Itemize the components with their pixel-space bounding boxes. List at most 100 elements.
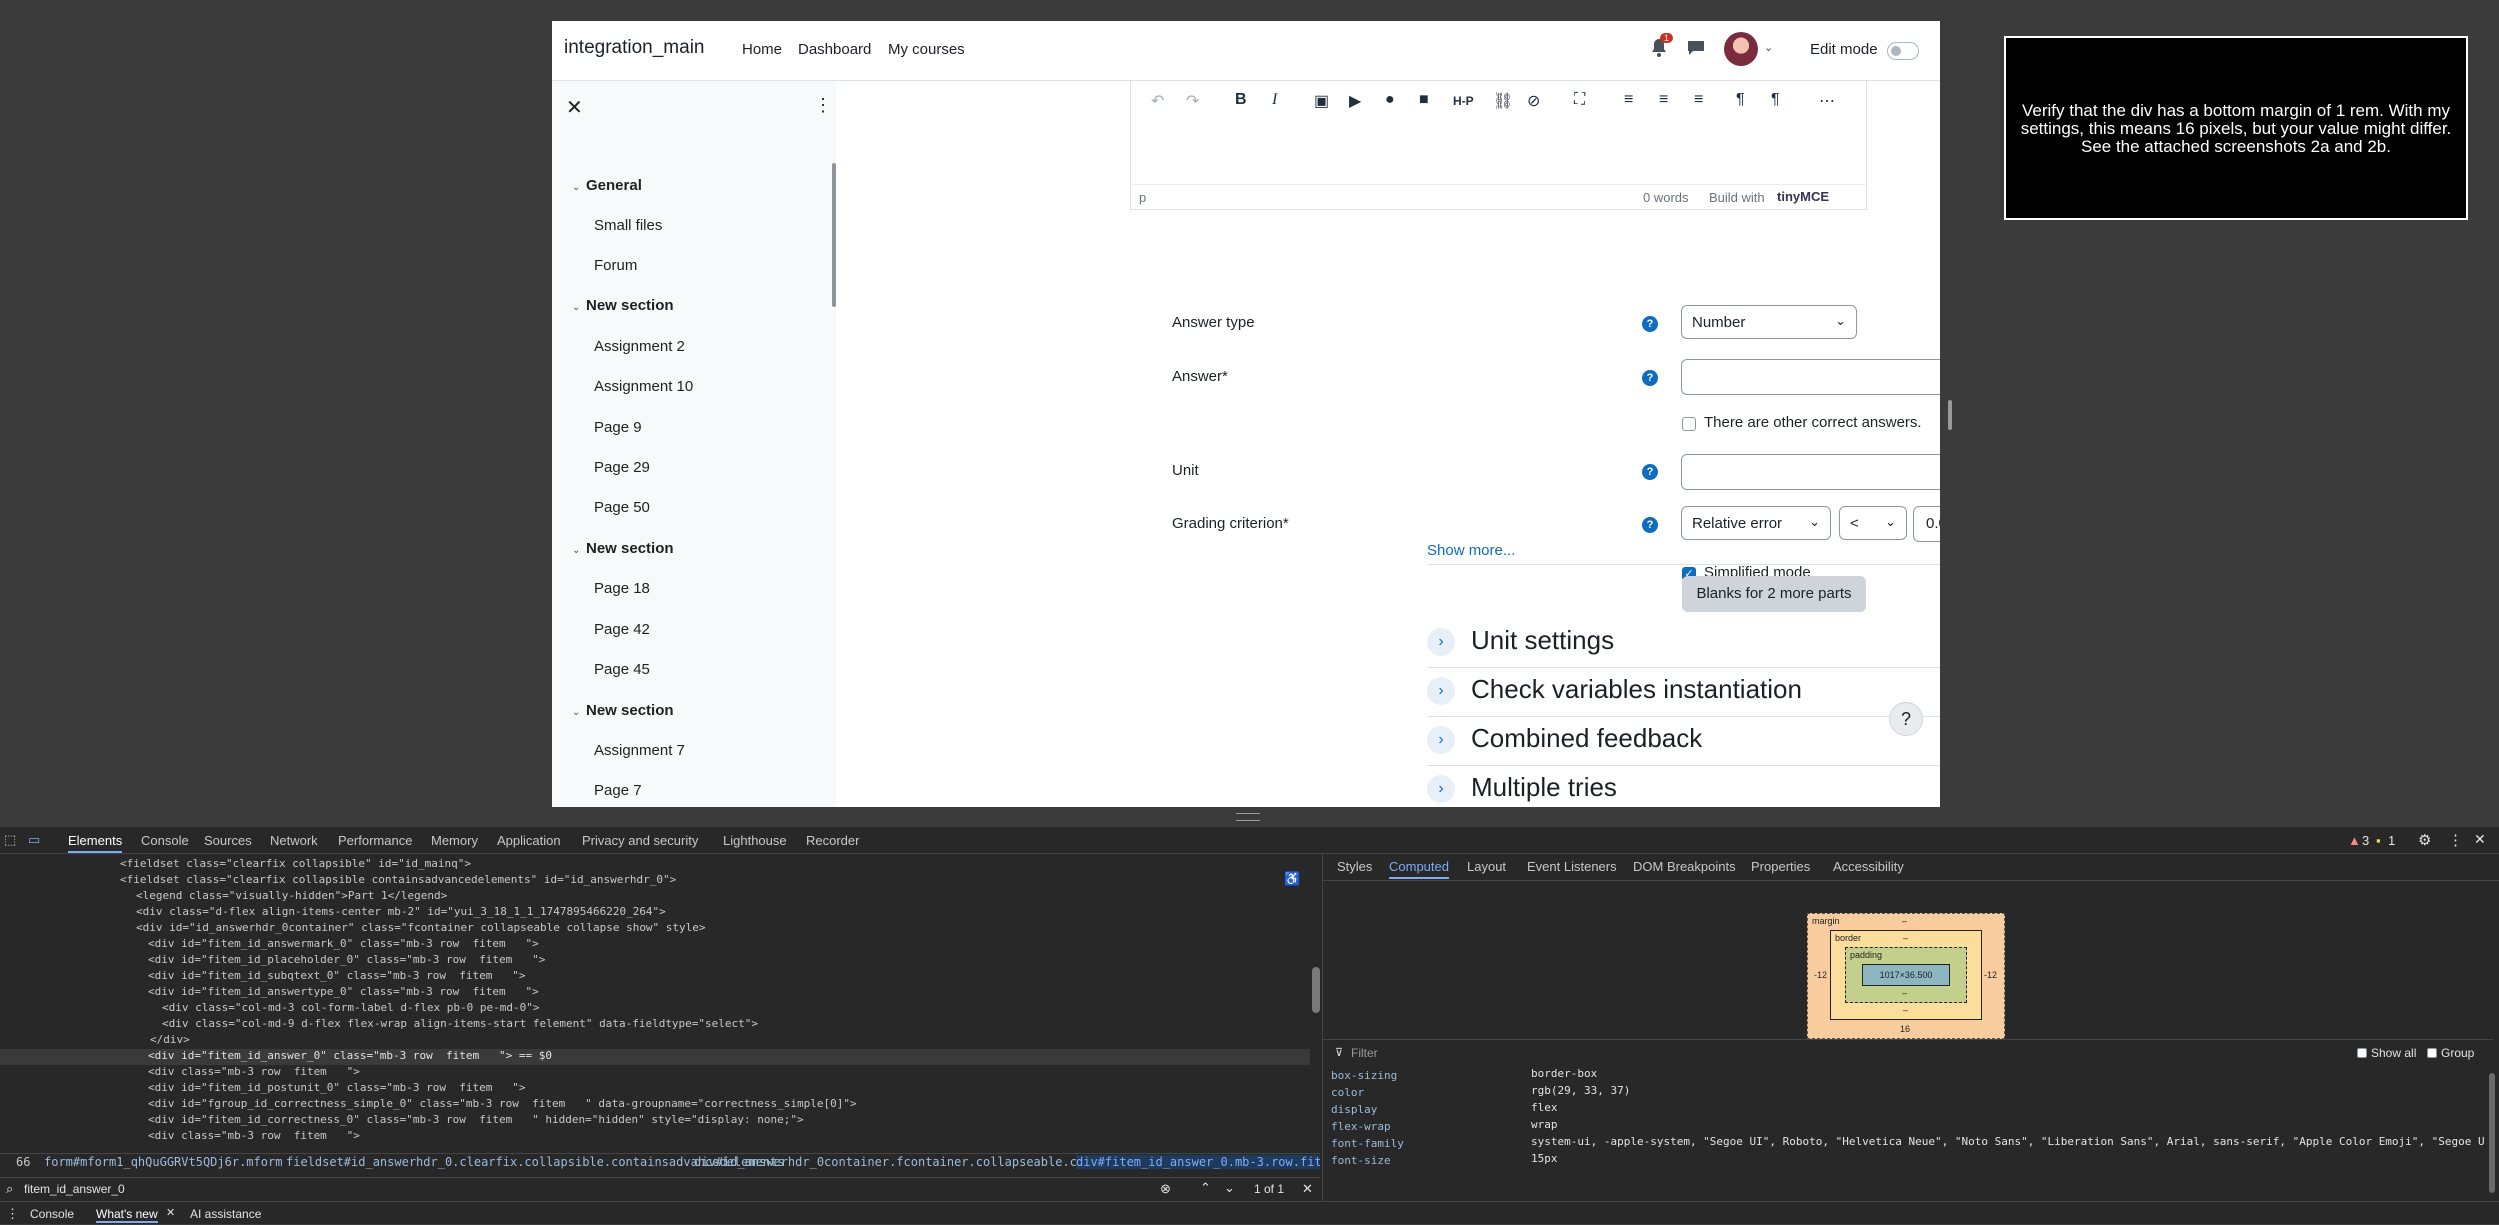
dom-node[interactable]: <fieldset class="clearfix collapsible co… bbox=[120, 873, 676, 886]
dom-node[interactable]: <div id="fgroup_id_correctness_simple_0"… bbox=[148, 1097, 857, 1110]
h5p-icon[interactable]: H-P bbox=[1453, 94, 1474, 108]
side-tab-accessibility[interactable]: Accessibility bbox=[1833, 859, 1904, 874]
grading-value-input[interactable]: 0.01 bbox=[1913, 506, 1940, 542]
image-icon[interactable]: ▣ bbox=[1314, 91, 1329, 111]
tab-elements[interactable]: Elements bbox=[68, 833, 123, 853]
microphone-icon[interactable]: ● bbox=[1385, 91, 1395, 109]
tab-application[interactable]: Application bbox=[497, 833, 561, 848]
chevron-right-icon[interactable]: › bbox=[1427, 628, 1455, 657]
italic-icon[interactable]: I bbox=[1272, 91, 1277, 109]
chevron-right-icon[interactable]: › bbox=[1427, 726, 1455, 755]
drawer-item[interactable]: Forum bbox=[594, 257, 637, 274]
help-icon[interactable]: ? bbox=[1642, 370, 1658, 386]
tinymce-editor[interactable]: ↶ ↷ B I ▣ ▶ ● ■ H-P ⛓ ⊘ ⛶ ≡ ≡ ≡ ¶ ¶ ⋯ p … bbox=[1130, 81, 1867, 210]
tab-performance[interactable]: Performance bbox=[338, 833, 412, 848]
computed-row[interactable]: font-family system-ui, -apple-system, "Se… bbox=[1331, 1135, 2491, 1150]
dom-node[interactable]: <div id="fitem_id_answermark_0" class="m… bbox=[148, 937, 539, 950]
nav-home[interactable]: Home bbox=[742, 41, 782, 58]
breadcrumb-item[interactable]: form#mform1_qhQuGGRVt5QDj6r.mform bbox=[44, 1155, 282, 1169]
show-more-link[interactable]: Show more... bbox=[1427, 542, 1515, 559]
dom-node[interactable]: <div id="fitem_id_placeholder_0" class="… bbox=[148, 953, 545, 966]
dom-node[interactable]: <div id="id_answerhdr_0container" class=… bbox=[136, 921, 706, 934]
more-icon[interactable]: ⋯ bbox=[1819, 91, 1835, 111]
dom-node[interactable]: <div id="fitem_id_subqtext_0" class="mb-… bbox=[148, 969, 526, 982]
media-icon[interactable]: ▶ bbox=[1349, 91, 1361, 111]
box-model-border[interactable]: border – – padding – 1017×36.500 bbox=[1830, 930, 1982, 1020]
grading-operator-select[interactable]: < ⌄ bbox=[1839, 506, 1907, 540]
side-tab-computed[interactable]: Computed bbox=[1389, 859, 1449, 879]
fullscreen-icon[interactable]: ⛶ bbox=[1574, 91, 1585, 109]
drawer-item[interactable]: Page 42 bbox=[594, 621, 650, 638]
side-tab-dom-breakpoints[interactable]: DOM Breakpoints bbox=[1633, 859, 1736, 874]
dom-node[interactable]: <fieldset class="clearfix collapsible" i… bbox=[120, 857, 471, 870]
viewport-bottom-resize-handle[interactable] bbox=[1236, 813, 1260, 821]
site-brand[interactable]: integration_main bbox=[564, 37, 704, 59]
warning-icon[interactable]: ▲ bbox=[2348, 833, 2361, 848]
tab-console[interactable]: Console bbox=[141, 833, 189, 848]
drawer-item[interactable]: Small files bbox=[594, 217, 662, 234]
other-answers-checkbox[interactable] bbox=[1682, 417, 1696, 431]
section-new[interactable]: ⌄ New section bbox=[572, 297, 674, 314]
help-fab-icon[interactable]: ? bbox=[1889, 702, 1923, 736]
dom-node[interactable]: <legend class="visually-hidden">Part 1</… bbox=[136, 889, 447, 902]
user-avatar[interactable] bbox=[1724, 32, 1758, 66]
tab-privacy-security[interactable]: Privacy and security bbox=[582, 833, 698, 848]
unlink-icon[interactable]: ⊘ bbox=[1527, 91, 1540, 111]
dom-scrollbar[interactable] bbox=[1312, 967, 1320, 1013]
align-center-icon[interactable]: ≡ bbox=[1659, 91, 1668, 109]
box-model-padding[interactable]: padding – 1017×36.500 bbox=[1845, 947, 1967, 1003]
side-tab-styles[interactable]: Styles bbox=[1337, 859, 1372, 874]
box-model-margin[interactable]: margin – -12 -12 16 border – – padding –… bbox=[1807, 913, 2005, 1039]
grading-type-select[interactable]: Relative error ⌄ bbox=[1681, 506, 1831, 540]
dom-node[interactable]: <div class="col-md-3 col-form-label d-fl… bbox=[162, 1001, 540, 1014]
drawer-tab-ai-assistance[interactable]: AI assistance bbox=[190, 1207, 261, 1221]
messages-icon[interactable] bbox=[1687, 40, 1705, 61]
show-all-checkbox[interactable] bbox=[2357, 1048, 2367, 1058]
tab-lighthouse[interactable]: Lighthouse bbox=[723, 833, 787, 848]
answer-input[interactable] bbox=[1681, 359, 1940, 395]
dom-tree[interactable]: <fieldset class="clearfix collapsible" i… bbox=[0, 857, 1312, 1169]
dom-node[interactable]: <div class="d-flex align-items-center mb… bbox=[136, 905, 666, 918]
dom-node[interactable]: <div id="fitem_id_postunit_0" class="mb-… bbox=[148, 1081, 526, 1094]
rtl-icon[interactable]: ¶ bbox=[1771, 91, 1780, 109]
settings-gear-icon[interactable]: ⚙ bbox=[2418, 831, 2431, 849]
edit-mode-toggle[interactable] bbox=[1887, 42, 1919, 60]
chevron-down-icon[interactable]: ⌄ bbox=[572, 302, 586, 313]
nav-my-courses[interactable]: My courses bbox=[888, 41, 965, 58]
undo-icon[interactable]: ↶ bbox=[1151, 91, 1164, 111]
dom-node[interactable]: <div class="mb-3 row fitem "> bbox=[148, 1129, 360, 1142]
section-new[interactable]: ⌄ New section bbox=[572, 540, 674, 557]
drawer-item[interactable]: Assignment 7 bbox=[594, 742, 685, 759]
dom-node[interactable]: <div class="mb-3 row fitem "> bbox=[148, 1065, 360, 1078]
computed-row[interactable]: box-sizing border-box bbox=[1331, 1067, 2491, 1082]
nav-dashboard[interactable]: Dashboard bbox=[798, 41, 871, 58]
prev-result-icon[interactable]: ⌃ bbox=[1200, 1180, 1211, 1196]
dom-node[interactable]: <div id="fitem_id_answertype_0" class="m… bbox=[148, 985, 539, 998]
side-tab-event-listeners[interactable]: Event Listeners bbox=[1527, 859, 1617, 874]
drawer-item[interactable]: Page 18 bbox=[594, 580, 650, 597]
drawer-tab-console[interactable]: Console bbox=[30, 1207, 74, 1221]
align-left-icon[interactable]: ≡ bbox=[1624, 91, 1633, 109]
drawer-item[interactable]: Page 7 bbox=[594, 782, 642, 799]
box-model-content[interactable]: 1017×36.500 bbox=[1862, 964, 1950, 986]
computed-row[interactable]: color rgb(29, 33, 37) bbox=[1331, 1084, 2491, 1099]
viewport-resize-handle[interactable] bbox=[1948, 400, 1952, 430]
close-tab-icon[interactable]: ✕ bbox=[166, 1206, 175, 1219]
side-tab-layout[interactable]: Layout bbox=[1467, 859, 1506, 874]
tab-sources[interactable]: Sources bbox=[204, 833, 252, 848]
chevron-right-icon[interactable]: › bbox=[1427, 677, 1455, 706]
unit-input[interactable] bbox=[1681, 454, 1940, 490]
accessibility-tree-icon[interactable]: ♿ bbox=[1284, 871, 1300, 887]
next-result-icon[interactable]: ⌄ bbox=[1224, 1180, 1235, 1196]
blanks-more-parts-button[interactable]: Blanks for 2 more parts bbox=[1682, 576, 1866, 612]
filter-input[interactable]: Filter bbox=[1351, 1046, 1378, 1060]
close-devtools-icon[interactable]: ✕ bbox=[2474, 831, 2486, 848]
help-icon[interactable]: ? bbox=[1642, 316, 1658, 332]
chevron-down-icon[interactable]: ⌄ bbox=[572, 182, 586, 193]
drawer-item[interactable]: Assignment 10 bbox=[594, 378, 693, 395]
more-options-icon[interactable]: ⋮ bbox=[2448, 831, 2463, 849]
computed-row[interactable]: font-size 15px bbox=[1331, 1152, 2491, 1167]
close-search-icon[interactable]: ✕ bbox=[1302, 1181, 1313, 1197]
video-icon[interactable]: ■ bbox=[1419, 91, 1429, 109]
breadcrumb-item[interactable]: 66 bbox=[16, 1155, 30, 1169]
